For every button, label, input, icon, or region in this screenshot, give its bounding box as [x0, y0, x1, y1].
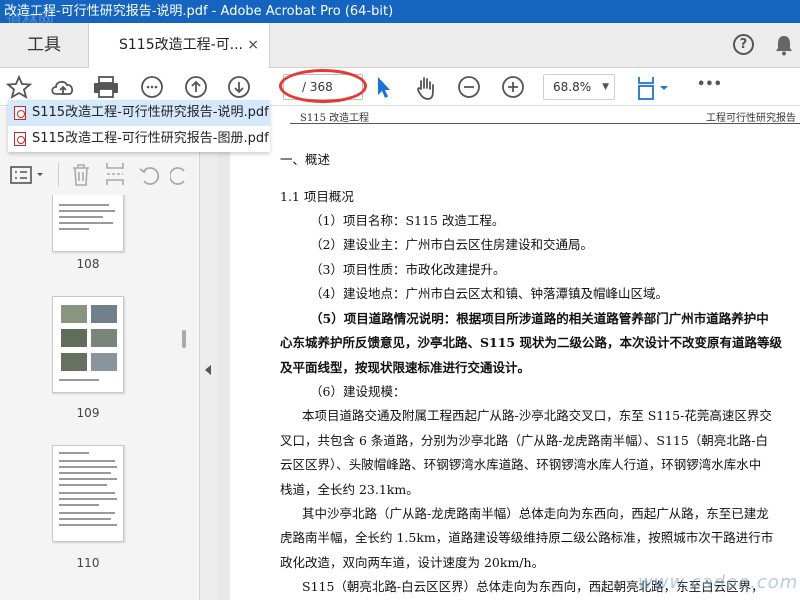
body-line: （2）建设业主：广州市白云区住房建设和交通局。 [310, 237, 593, 252]
insert-page-icon[interactable] [104, 161, 126, 187]
toolbar-divider [58, 163, 59, 187]
document-viewport: S115 改造工程 工程可行性研究报告 一、概述 1.1 项目概况 （1）项目名… [218, 107, 800, 600]
body-line: 心东城养护所反馈意见，沙亭北路、S115 现状为二级公路，本次设计不改变原有道路… [280, 335, 782, 350]
chevron-left-icon [205, 365, 211, 375]
body-line: 本项目道路交通及附属工程西起广从路-沙亭北路交叉口，东至 S115-花莞高速区界… [302, 408, 772, 423]
open-document-name: S115改造工程-可行性研究报告-说明.pdf [32, 105, 269, 120]
pdf-file-icon [14, 106, 26, 120]
upload-cloud-icon[interactable] [49, 75, 77, 99]
document-page: S115 改造工程 工程可行性研究报告 一、概述 1.1 项目概况 （1）项目名… [230, 107, 800, 600]
previous-page-icon[interactable] [183, 75, 209, 99]
panel-collapse-handle[interactable] [200, 107, 218, 600]
thumbnail-scrollbar[interactable] [179, 207, 189, 600]
pdf-file-icon [14, 132, 26, 146]
rotate-right-icon[interactable] [170, 163, 190, 187]
page-display-icon[interactable] [636, 75, 672, 101]
subsection-heading: 1.1 项目概况 [280, 189, 354, 204]
thumbnail-options-icon[interactable] [10, 165, 46, 185]
window-title-bar: 改造工程-可行性研究报告-说明.pdf - Adobe Acrobat Pro … [0, 0, 800, 23]
body-line: （1）项目名称：S115 改造工程。 [310, 213, 505, 228]
next-page-icon[interactable] [226, 75, 252, 99]
open-document-item[interactable]: S115改造工程-可行性研究报告-图册.pdf [8, 126, 270, 152]
close-tab-icon[interactable]: × [247, 23, 259, 68]
open-document-name: S115改造工程-可行性研究报告-图册.pdf [32, 131, 269, 146]
page-header-left: S115 改造工程 [300, 113, 370, 124]
window-title: 改造工程-可行性研究报告-说明.pdf - Adobe Acrobat Pro … [4, 4, 394, 19]
more-tools-icon[interactable]: ••• [697, 77, 722, 92]
body-line: 其中沙亭北路（广从路-龙虎路南半幅）总体走向为东西向，西起广从路，东至已建龙 [302, 506, 769, 521]
thumbnail-list: 108 109 110 [0, 195, 200, 600]
page-thumbnail-label: 110 [76, 556, 100, 570]
zoom-out-icon[interactable] [457, 75, 481, 99]
header-rule [290, 123, 800, 124]
tab-document[interactable]: S115改造工程-可... × [88, 23, 270, 68]
hand-tool-icon[interactable] [413, 75, 439, 101]
body-line: 虎路南半幅，全长约 1.5km，道路建设等级维持原二级公路标准，按照城市次干路进… [280, 530, 774, 545]
highlight-annotation [279, 69, 367, 103]
zoom-in-icon[interactable] [501, 75, 525, 99]
page-thumbnail[interactable] [52, 296, 124, 393]
page-thumbnail-label: 108 [76, 257, 100, 271]
tab-document-label: S115改造工程-可... [119, 37, 244, 53]
site-watermark-bottom: www.cadoo.com [638, 572, 799, 593]
email-icon[interactable] [139, 75, 165, 99]
page-thumbnail[interactable] [52, 445, 124, 542]
body-line: 及平面线型，按现状限速标准进行交通设计。 [280, 360, 531, 375]
bell-icon[interactable] [774, 34, 794, 56]
thumbnail-panel: 108 109 110 [0, 107, 200, 600]
page-thumbnail[interactable] [52, 195, 124, 252]
delete-page-icon[interactable] [70, 163, 92, 187]
tab-bar: 工具 S115改造工程-可... × ? [0, 23, 800, 68]
body-line: 云区区界）、头陂帽峰路、环钢锣湾水库道路、环钢锣湾水库人行道，环钢锣湾水库水中 [280, 457, 762, 472]
body-line: （3）项目性质：市政化改建提升。 [310, 262, 506, 277]
select-cursor-icon[interactable] [374, 75, 394, 101]
body-line: 栈道，全长约 23.1km。 [280, 482, 419, 497]
help-icon[interactable]: ? [733, 34, 754, 55]
body-line: （4）建设地点：广州市白云区太和镇、钟落潭镇及帽峰山区域。 [310, 286, 668, 301]
body-line: （5）项目道路情况说明：根据项目所涉道路的相关道路管养部门广州市道路养护中 [310, 311, 769, 326]
section-heading: 一、概述 [280, 152, 331, 167]
thumbnail-toolbar [0, 157, 200, 195]
body-line: 政化改造，双向两车道，设计速度为 20km/h。 [280, 555, 545, 570]
zoom-select[interactable]: 68.8% ▼ [543, 74, 615, 100]
open-documents-menu: S115改造工程-可行性研究报告-说明.pdf S115改造工程-可行性研究报告… [8, 100, 270, 152]
page-thumbnail-label: 109 [76, 406, 100, 420]
page-header-right: 工程可行性研究报告 [706, 113, 796, 124]
star-icon[interactable] [6, 75, 32, 99]
chevron-down-icon: ▼ [602, 82, 609, 92]
body-line: 叉口，共包含 6 条道路，分别为沙亭北路（广从路-龙虎路南半幅）、S115（朝亮… [280, 433, 769, 448]
open-document-item[interactable]: S115改造工程-可行性研究报告-说明.pdf [8, 100, 270, 126]
tab-tools[interactable]: 工具 [0, 23, 88, 68]
rotate-left-icon[interactable] [138, 163, 160, 187]
body-line: （6）建设规模： [310, 384, 406, 399]
zoom-value: 68.8% [553, 80, 592, 94]
print-icon[interactable] [92, 75, 120, 99]
scrollbar-thumb[interactable] [182, 330, 186, 348]
